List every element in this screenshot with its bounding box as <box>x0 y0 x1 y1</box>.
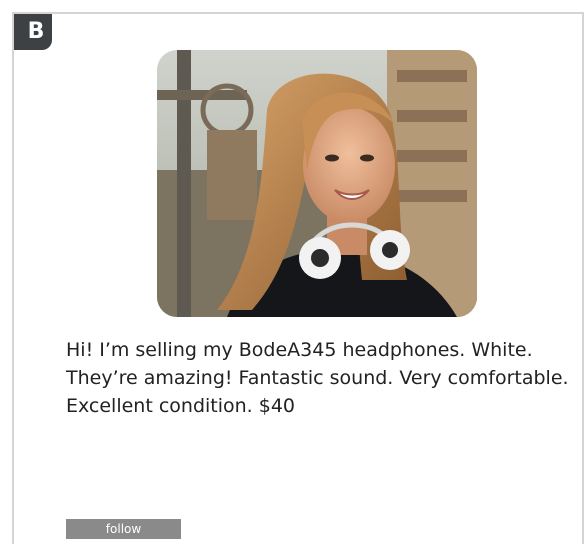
post-message: Hi! I’m selling my BodeA345 headphones. … <box>66 339 569 417</box>
option-badge-label: B <box>27 18 45 44</box>
post-card: B Hi! I’m selling my BodeA345 headphones… <box>12 12 584 544</box>
profile-photo <box>157 50 477 317</box>
follow-button[interactable]: follow <box>66 519 181 539</box>
option-badge: B <box>14 14 52 50</box>
